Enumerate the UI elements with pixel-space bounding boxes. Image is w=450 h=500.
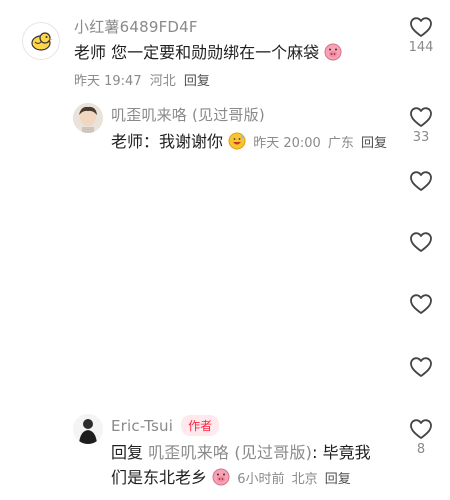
heart-outline-icon	[410, 171, 432, 191]
heart-outline-icon	[410, 294, 432, 314]
pig-face-emoji	[324, 43, 342, 67]
like-count: 33	[412, 130, 430, 145]
author-header: Eric-Tsui 作者	[111, 415, 220, 436]
reply-location: 广东	[327, 136, 354, 151]
heart-outline-icon	[410, 107, 432, 127]
reply-target-username[interactable]: 叽歪叽来咯 (见过哥版)	[148, 443, 312, 462]
author-reply-text-part1: : 毕竟我	[312, 443, 371, 462]
heart-outline-icon	[410, 232, 432, 252]
avatar-user1[interactable]	[22, 22, 60, 60]
comment-location: 河北	[149, 74, 176, 89]
comment-username[interactable]: 小红薯6489FD4F	[74, 16, 198, 37]
heart-outline-icon	[410, 357, 432, 377]
reply-prefix: 回复	[111, 443, 144, 462]
author-reply-line1: 回复 叽歪叽来咯 (见过哥版): 毕竟我	[111, 442, 371, 464]
heart-outline-icon	[410, 419, 432, 439]
comment-meta: 昨天 19:47 河北 回复	[74, 70, 210, 89]
comment-text: 老师 您一定要和勋勋绑在一个麻袋	[74, 42, 342, 67]
like-button[interactable]: 33	[401, 106, 441, 145]
author-reply-text-part2: 们是东北老乡	[111, 468, 208, 487]
heart-outline-icon	[410, 17, 432, 37]
reply-line: 老师：我谢谢你 昨天 20:00 广东 回复	[111, 131, 387, 154]
chick-avatar-icon	[31, 32, 53, 51]
author-reply-time: 6小时前	[237, 472, 285, 487]
like-button[interactable]	[401, 293, 441, 315]
reply-time: 昨天 20:00	[253, 136, 321, 151]
like-button[interactable]: 8	[401, 418, 441, 457]
person-photo-avatar	[73, 414, 103, 444]
reply-username[interactable]: 叽歪叽来咯 (见过哥版)	[111, 104, 265, 125]
person-photo-avatar	[73, 103, 103, 133]
reply-button[interactable]: 回复	[184, 74, 210, 89]
comment-text-content: 老师 您一定要和勋勋绑在一个麻袋	[74, 43, 320, 62]
like-button[interactable]: 144	[401, 16, 441, 55]
pig-face-emoji	[212, 468, 230, 490]
like-count: 8	[416, 442, 426, 457]
author-username[interactable]: Eric-Tsui	[111, 417, 173, 435]
author-badge: 作者	[181, 415, 220, 436]
reply-button[interactable]: 回复	[361, 136, 387, 151]
author-reply-location: 北京	[291, 472, 318, 487]
like-button[interactable]	[401, 170, 441, 192]
sweat-smile-emoji	[228, 132, 246, 154]
like-count: 144	[408, 40, 434, 55]
reply-text: 老师：我谢谢你	[111, 132, 224, 151]
avatar-author[interactable]	[73, 414, 103, 444]
reply-button[interactable]: 回复	[325, 472, 351, 487]
like-button[interactable]	[401, 231, 441, 253]
like-button[interactable]	[401, 356, 441, 378]
avatar-reply1[interactable]	[73, 103, 103, 133]
comment-time: 昨天 19:47	[74, 74, 142, 89]
author-reply-line2: 们是东北老乡 6小时前 北京 回复	[111, 467, 351, 490]
